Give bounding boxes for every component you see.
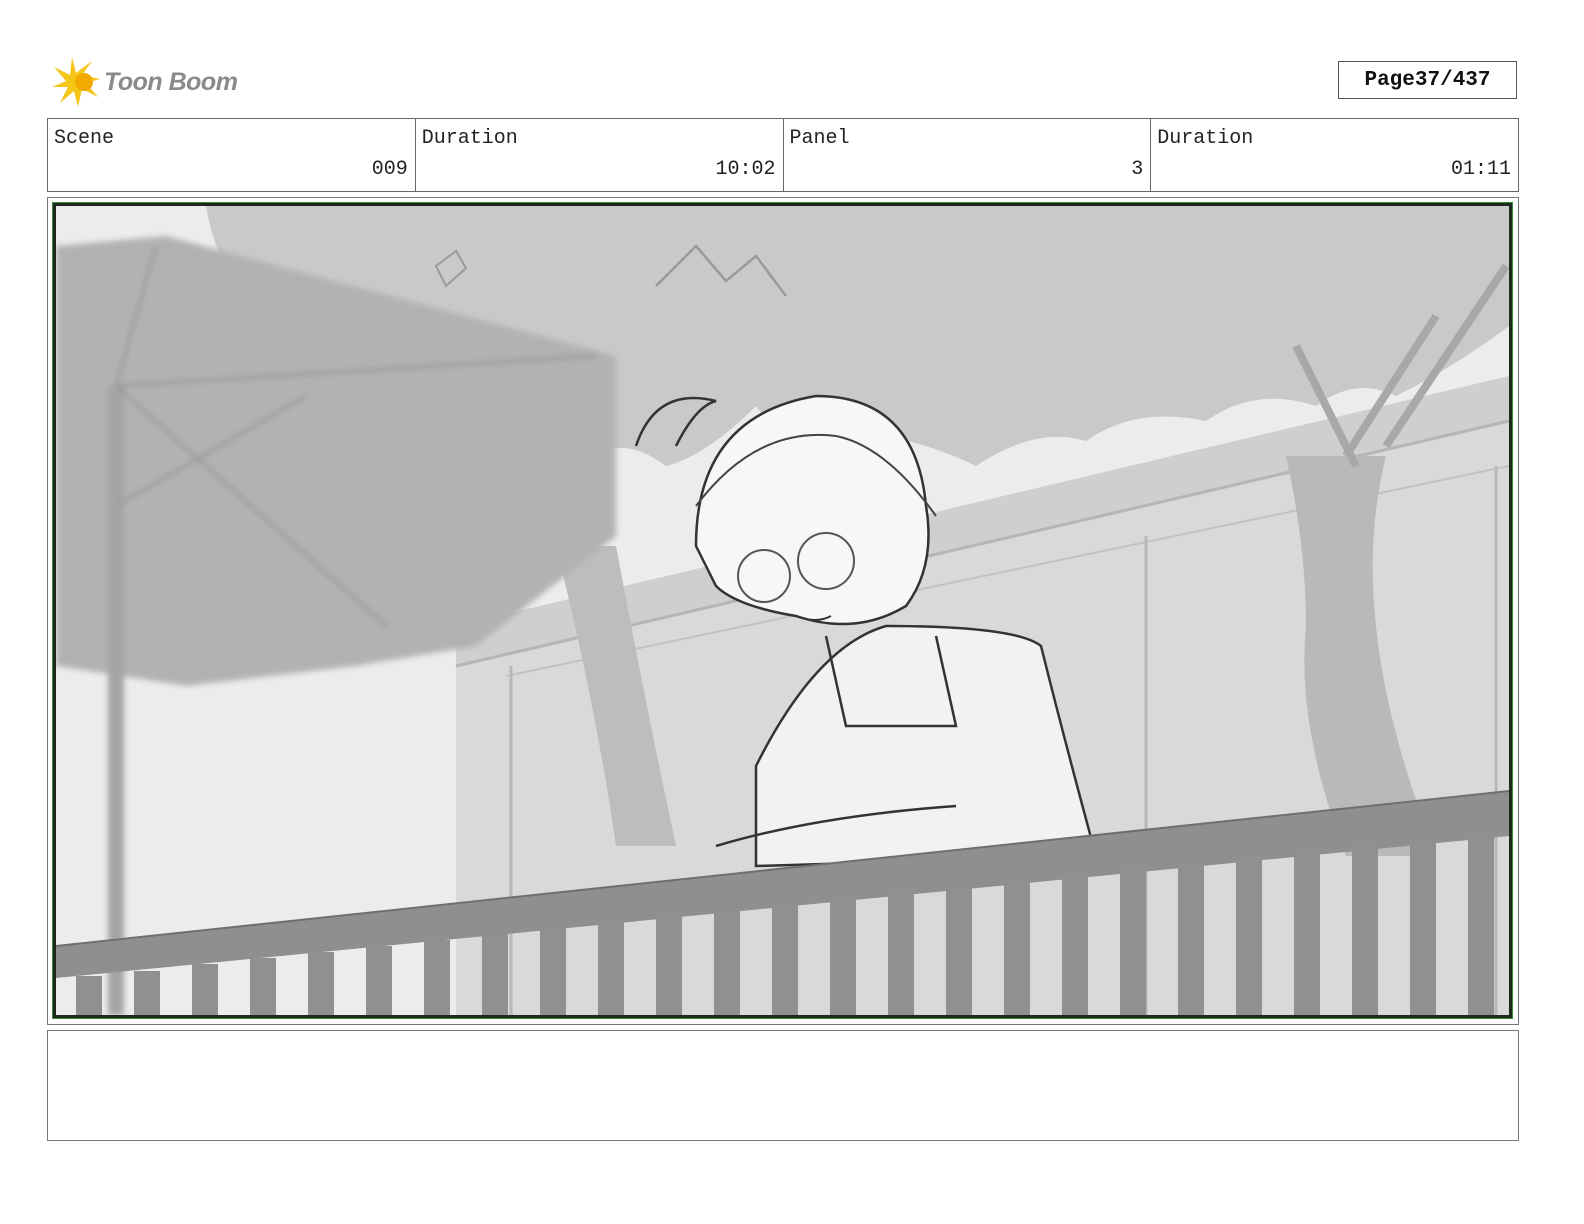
toon-boom-burst-icon	[52, 57, 100, 107]
scene-duration-cell: Duration 10:02	[416, 119, 784, 191]
scene-label: Scene	[54, 127, 115, 150]
scene-value: 009	[371, 158, 408, 181]
panel-cell: Panel 3	[784, 119, 1152, 191]
page-number: 37/437	[1414, 68, 1491, 92]
panel-illustration	[52, 202, 1513, 1019]
panel-duration-value: 01:11	[1450, 158, 1511, 181]
storyboard-sketch	[56, 206, 1509, 1015]
panel-label: Panel	[789, 127, 850, 150]
logo-text: Toon Boom	[104, 67, 238, 96]
panel-duration-cell: Duration 01:11	[1151, 119, 1518, 191]
toon-boom-logo: Toon Boom	[52, 56, 252, 108]
page-label: Page	[1364, 68, 1415, 92]
scene-duration-value: 10:02	[715, 158, 776, 181]
panel-value: 3	[1131, 158, 1144, 181]
scene-duration-label: Duration	[421, 127, 518, 150]
scene-cell: Scene 009	[48, 119, 416, 191]
page-indicator: Page 37/437	[1338, 61, 1517, 99]
panel-frame	[47, 197, 1519, 1025]
panel-duration-label: Duration	[1157, 127, 1254, 150]
notes-box	[47, 1030, 1519, 1141]
info-row: Scene 009 Duration 10:02 Panel 3 Duratio…	[47, 118, 1519, 192]
